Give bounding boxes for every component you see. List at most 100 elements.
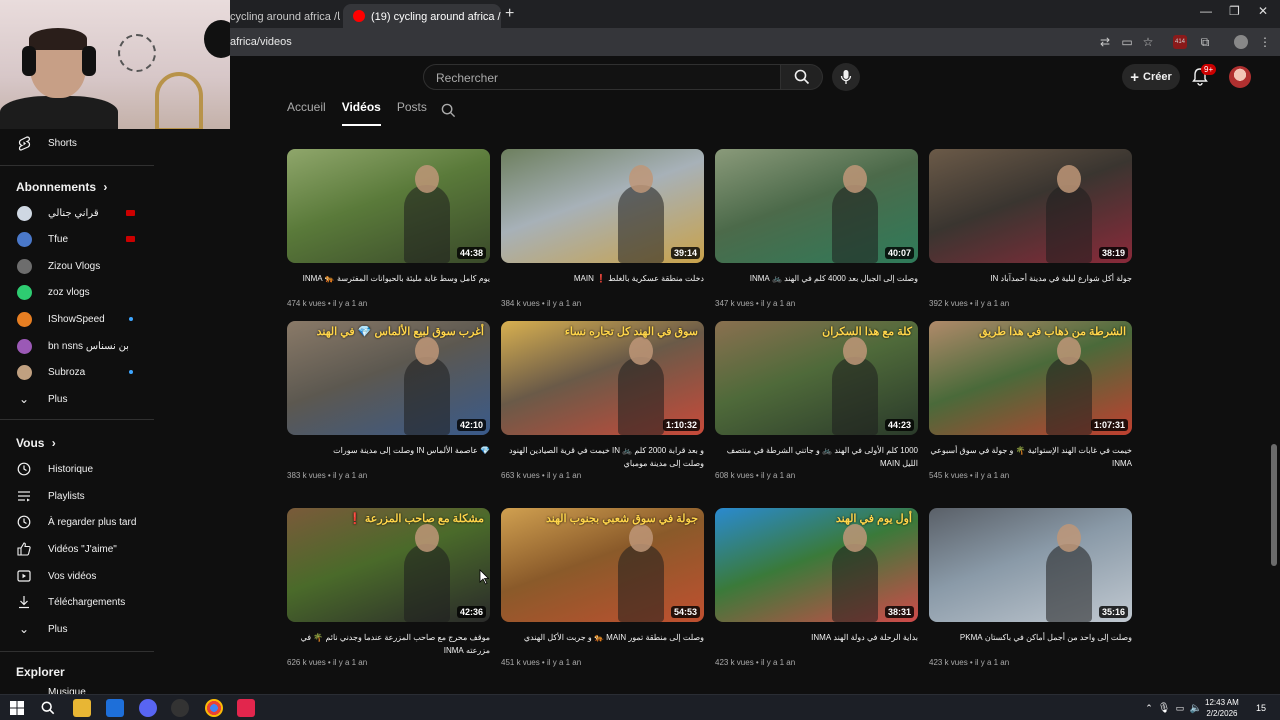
subscription-item[interactable]: Subroza	[0, 361, 154, 383]
video-title[interactable]: موقف محرج مع صاحب المزرعة عندما وجدني نا…	[287, 631, 490, 657]
video-title[interactable]: 💎 عاصمة الألماس IN وصلت إلى مدينة سورات	[287, 444, 490, 470]
restore-button[interactable]: ❐	[1229, 4, 1240, 18]
notification-center-icon[interactable]: 15	[1252, 699, 1270, 717]
video-title[interactable]: و بعد قرابة 2000 كلم 🚲 IN خيمت في قرية ا…	[501, 444, 704, 470]
create-button[interactable]: + Créer	[1122, 64, 1180, 90]
voice-search-button[interactable]	[832, 63, 860, 91]
video-thumbnail[interactable]: الشرطة من ذهاب في هذا طريق 1:07:31	[929, 321, 1132, 435]
video-thumbnail[interactable]: أغرب سوق لبيع الألماس 💎 في الهند 42:10	[287, 321, 490, 435]
video-card[interactable]: 39:14 دخلت منطقة عسكرية بالغلط ❗ MAIN 384 …	[501, 149, 704, 308]
video-duration: 38:19	[1098, 247, 1128, 259]
video-thumbnail[interactable]: 38:19	[929, 149, 1132, 263]
windows-start-icon[interactable]	[8, 699, 26, 717]
close-window-button[interactable]: ✕	[1258, 4, 1268, 18]
browser-tab[interactable]: cycling around africa /إفريقيا ✕	[220, 4, 340, 28]
video-title[interactable]: خيمت في غابات الهند الإستوائية 🌴 و جولة …	[929, 444, 1132, 470]
microsoft-store-icon[interactable]	[106, 699, 124, 717]
file-explorer-icon[interactable]	[73, 699, 91, 717]
bookmark-star-icon[interactable]: ☆	[1141, 35, 1155, 49]
video-title[interactable]: جولة أكل شوارع ليلية في مدينة أحمدآباد I…	[929, 272, 1132, 298]
subscription-item[interactable]: Tfue	[0, 228, 154, 250]
video-card[interactable]: سوق في الهند كل تجاره نساء 1:10:32 و بعد ق…	[501, 321, 704, 480]
video-card[interactable]: كلة مع هذا السكران 44:23 1000 كلم الأولى ف…	[715, 321, 918, 480]
video-duration: 54:53	[670, 606, 700, 618]
video-age: il y a 1 an	[974, 471, 1010, 480]
search-input[interactable]: Rechercher	[423, 64, 781, 90]
video-title[interactable]: بداية الرحلة في دولة الهند INMA	[715, 631, 918, 657]
video-thumbnail[interactable]: كلة مع هذا السكران 44:23	[715, 321, 918, 435]
sidebar-item-watch-later[interactable]: À regarder plus tard	[0, 511, 154, 533]
tab-accueil[interactable]: Accueil	[287, 100, 326, 126]
chrome-icon[interactable]	[205, 699, 223, 717]
video-title[interactable]: 1000 كلم الأولى في الهند 🚲 و جاتني الشرط…	[715, 444, 918, 470]
person-shirt	[0, 96, 118, 129]
volume-icon[interactable]: 🔈	[1187, 699, 1205, 717]
video-thumbnail[interactable]: 35:16	[929, 508, 1132, 622]
scrollbar-thumb[interactable]	[1271, 444, 1277, 566]
clock[interactable]: 12:43 AM 2/2/2026	[1205, 697, 1239, 719]
subscription-item[interactable]: Zizou Vlogs	[0, 255, 154, 277]
sidebar-item-playlists[interactable]: Playlists	[0, 485, 154, 507]
video-card[interactable]: 35:16 وصلت إلى واحد من أجمل أماكن في باكس…	[929, 508, 1132, 667]
extension-icon[interactable]: 414	[1173, 35, 1187, 49]
video-card[interactable]: أول يوم في الهند 38:31 بداية الرحلة في دول…	[715, 508, 918, 667]
cast-icon[interactable]: ▭	[1120, 35, 1134, 49]
browser-menu-icon[interactable]: ⋮	[1258, 35, 1272, 49]
thumbnail-overlay-text: مشكلة مع صاحب المزرعة ❗	[348, 513, 484, 525]
scrollbar-track[interactable]	[1270, 100, 1278, 690]
video-thumbnail[interactable]: 39:14	[501, 149, 704, 263]
taskbar-search-icon[interactable]	[39, 699, 57, 717]
new-tab-button[interactable]: +	[505, 5, 514, 23]
video-card[interactable]: 40:07 وصلت إلى الجبال بعد 4000 كلم في اله…	[715, 149, 918, 308]
subscriptions-more-button[interactable]: ⌄ Plus	[0, 388, 154, 410]
sidebar-item-history[interactable]: Historique	[0, 458, 154, 480]
you-more-button[interactable]: ⌄ Plus	[0, 618, 154, 640]
video-title[interactable]: دخلت منطقة عسكرية بالغلط ❗ MAIN	[501, 272, 704, 298]
chevron-down-icon: ⌄	[18, 622, 30, 636]
sidebar-item-music[interactable]: Musique	[0, 681, 154, 695]
sidebar-item-shorts[interactable]: Shorts	[0, 132, 154, 154]
subscription-item[interactable]: bn nsns بن نسناس	[0, 335, 154, 357]
video-thumbnail[interactable]: جولة في سوق شعبي بجنوب الهند 54:53	[501, 508, 704, 622]
sidebar-item-liked-videos[interactable]: Vidéos "J'aime"	[0, 538, 154, 560]
you-heading[interactable]: Vous ›	[16, 436, 56, 450]
headset-right	[82, 46, 96, 76]
subscription-item[interactable]: zoz vlogs	[0, 281, 154, 303]
video-duration: 39:14	[670, 247, 700, 259]
extensions-puzzle-icon[interactable]: ⧉	[1198, 35, 1212, 49]
video-card[interactable]: الشرطة من ذهاب في هذا طريق 1:07:31 خيمت في…	[929, 321, 1132, 480]
video-card[interactable]: 44:38 يوم كامل وسط غابة مليئة بالحيوانات …	[287, 149, 490, 308]
sidebar-item-downloads[interactable]: Téléchargements	[0, 591, 154, 613]
subscription-item[interactable]: IShowSpeed	[0, 308, 154, 330]
tab-posts[interactable]: Posts	[397, 100, 427, 126]
video-title[interactable]: يوم كامل وسط غابة مليئة بالحيوانات المفت…	[287, 272, 490, 298]
video-title[interactable]: وصلت إلى الجبال بعد 4000 كلم في الهند 🚲 …	[715, 272, 918, 298]
url-field[interactable]: africa/videos	[230, 36, 292, 48]
obs-icon[interactable]	[171, 699, 189, 717]
minimize-button[interactable]: —	[1200, 4, 1212, 18]
subscription-item[interactable]: قراني جنالي	[0, 202, 154, 224]
video-card[interactable]: أغرب سوق لبيع الألماس 💎 في الهند 42:10 💎 ع…	[287, 321, 490, 480]
video-card[interactable]: 38:19 جولة أكل شوارع ليلية في مدينة أحمدآ…	[929, 149, 1132, 308]
video-age: il y a 1 an	[332, 471, 368, 480]
translate-icon[interactable]: ⇄	[1098, 35, 1112, 49]
video-thumbnail[interactable]: 44:38	[287, 149, 490, 263]
video-card[interactable]: جولة في سوق شعبي بجنوب الهند 54:53 وصلت إل…	[501, 508, 704, 667]
video-thumbnail[interactable]: 40:07	[715, 149, 918, 263]
video-thumbnail[interactable]: مشكلة مع صاحب المزرعة ❗ 42:36	[287, 508, 490, 622]
browser-tab-active[interactable]: (19) cycling around africa /إفريقيا ✕	[343, 4, 501, 28]
subscriptions-heading[interactable]: Abonnements ›	[16, 180, 107, 194]
video-card[interactable]: مشكلة مع صاحب المزرعة ❗ 42:36 موقف محرج مع…	[287, 508, 490, 667]
sidebar-item-your-videos[interactable]: Vos vidéos	[0, 565, 154, 587]
capcut-icon[interactable]	[237, 699, 255, 717]
video-title[interactable]: وصلت إلى منطقة تمور MAIN 🐅 و جربت الأكل …	[501, 631, 704, 657]
profile-avatar[interactable]	[1234, 35, 1248, 49]
discord-icon[interactable]	[139, 699, 157, 717]
tab-videos[interactable]: Vidéos	[341, 100, 381, 126]
video-title[interactable]: وصلت إلى واحد من أجمل أماكن في باكستان P…	[929, 631, 1132, 657]
video-thumbnail[interactable]: أول يوم في الهند 38:31	[715, 508, 918, 622]
video-thumbnail[interactable]: سوق في الهند كل تجاره نساء 1:10:32	[501, 321, 704, 435]
account-avatar[interactable]	[1229, 66, 1251, 88]
search-button[interactable]	[781, 64, 823, 90]
channel-search-icon[interactable]	[441, 103, 456, 123]
